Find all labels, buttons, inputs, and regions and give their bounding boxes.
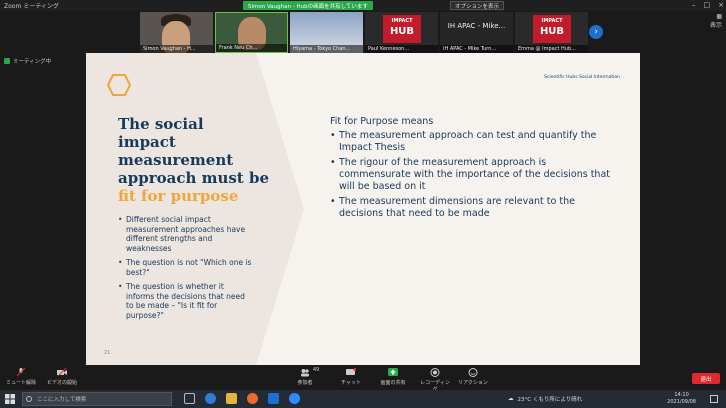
participant-name: Emma @ Impact Hub... bbox=[515, 45, 588, 53]
list-item: The rigour of the measurement approach i… bbox=[330, 157, 610, 193]
maximize-icon[interactable]: □ bbox=[704, 1, 711, 9]
left-bullet-list: Different social impact measurement appr… bbox=[118, 215, 253, 325]
task-view-icon[interactable] bbox=[184, 393, 195, 404]
chat-icon bbox=[346, 368, 356, 375]
smiley-icon bbox=[468, 368, 478, 377]
impact-hub-logo: IMPACT HUB bbox=[533, 15, 571, 43]
participant-tile[interactable]: Frank Neu Ch... bbox=[215, 12, 288, 53]
view-options-button[interactable]: オプションを表示 bbox=[450, 1, 505, 10]
hub-logo-line1: IMPACT bbox=[541, 18, 563, 24]
close-icon[interactable]: × bbox=[718, 1, 724, 9]
participant-display-name: IH APAC - Mike... bbox=[447, 22, 506, 30]
weather-widget[interactable]: ☁ 23°C くもり所により晴れ bbox=[508, 395, 582, 403]
mute-button[interactable]: ミュート解除 bbox=[6, 368, 36, 386]
share-screen-button[interactable]: 画面の共有 bbox=[376, 368, 410, 386]
firefox-icon[interactable] bbox=[247, 393, 258, 404]
page-number: 21 bbox=[104, 350, 111, 356]
heading-accent: fit for purpose bbox=[118, 187, 239, 205]
taskbar-search-input[interactable]: ここに入力して検索 bbox=[22, 392, 172, 406]
view-label: 表示 bbox=[709, 22, 722, 29]
video-button[interactable]: ビデオの開始 bbox=[44, 368, 80, 386]
clock-date: 2021/09/08 bbox=[667, 398, 696, 405]
participant-name: Paul Kenneson... bbox=[365, 45, 438, 53]
zoom-app-icon[interactable] bbox=[289, 393, 300, 404]
list-item: The question is whether it informs the d… bbox=[118, 282, 253, 320]
heading-line: measurement bbox=[118, 151, 234, 169]
people-icon bbox=[301, 369, 309, 377]
chat-button[interactable]: チャット bbox=[340, 368, 362, 386]
video-camera-icon bbox=[57, 368, 67, 377]
slide-source: Scientific Hubs Social Intermation bbox=[544, 75, 620, 80]
file-explorer-icon[interactable] bbox=[226, 393, 237, 404]
shared-slide: Scientific Hubs Social Intermation The s… bbox=[86, 53, 640, 365]
shield-icon bbox=[4, 58, 10, 64]
list-item: The measurement dimensions are relevant … bbox=[330, 196, 610, 220]
participant-name: Frank Neu Ch... bbox=[216, 44, 287, 52]
participant-tile[interactable]: Hiyama - Tokyo Chan... bbox=[290, 12, 363, 53]
participant-tile[interactable]: IMPACT HUB Emma @ Impact Hub... bbox=[515, 12, 588, 53]
reactions-label: リアクション bbox=[458, 380, 488, 386]
record-icon bbox=[430, 368, 440, 377]
notification-icon[interactable] bbox=[710, 395, 718, 403]
hub-logo-line2: HUB bbox=[389, 26, 415, 37]
participant-strip: Simon Vaughan - H... Frank Neu Ch... Hiy… bbox=[140, 12, 588, 53]
window-controls: – □ × bbox=[692, 1, 724, 9]
participant-name: IH APAC - Mike Turn... bbox=[440, 45, 513, 53]
meeting-info[interactable]: ミーティング中 bbox=[4, 57, 51, 65]
list-item: Different social impact measurement appr… bbox=[118, 215, 253, 253]
taskbar-apps bbox=[184, 393, 300, 404]
windows-taskbar: ここに入力して検索 ☁ 23°C くもり所により晴れ 14:10 2021/09… bbox=[0, 390, 726, 408]
share-screen-icon bbox=[388, 368, 398, 376]
edge-browser-icon[interactable] bbox=[205, 393, 216, 404]
outlook-icon[interactable] bbox=[268, 393, 279, 404]
impact-hub-logo: IMPACT HUB bbox=[383, 15, 421, 43]
share-label: 画面の共有 bbox=[380, 380, 406, 386]
leave-button[interactable]: 退出 bbox=[692, 373, 720, 384]
list-item: The measurement approach can test and qu… bbox=[330, 130, 610, 154]
participant-tile[interactable]: Simon Vaughan - H... bbox=[140, 12, 213, 53]
grid-icon: ▦ bbox=[716, 13, 722, 20]
search-placeholder: ここに入力して検索 bbox=[37, 397, 87, 403]
mute-label: ミュート解除 bbox=[6, 380, 37, 386]
participant-name: Hiyama - Tokyo Chan... bbox=[290, 45, 363, 53]
participant-count: 49 bbox=[312, 367, 320, 373]
heading-line: The social bbox=[118, 115, 204, 133]
chat-label: チャット bbox=[341, 380, 361, 386]
hub-logo-line2: HUB bbox=[539, 26, 565, 37]
meeting-toolbar: ミュート解除 ビデオの開始 参加者 49 チャット 画面の共有 レコーディング … bbox=[0, 366, 726, 393]
hexagon-icon bbox=[107, 74, 131, 96]
zoom-window: Zoom ミーティング Simon Vaughan - Hubの画面を共有してい… bbox=[0, 0, 726, 408]
slide-heading: The social impact measurement approach m… bbox=[118, 115, 293, 205]
hub-logo-line1: IMPACT bbox=[391, 18, 413, 24]
window-title: Zoom ミーティング bbox=[4, 3, 59, 10]
participant-name: Simon Vaughan - H... bbox=[140, 45, 213, 53]
list-item: The question is not "Which one is best?" bbox=[118, 258, 253, 277]
right-heading: Fit for Purpose means bbox=[330, 116, 434, 127]
heading-line: impact bbox=[118, 133, 176, 151]
participant-tile[interactable]: IMPACT HUB Paul Kenneson... bbox=[365, 12, 438, 53]
right-bullet-list: The measurement approach can test and qu… bbox=[330, 130, 610, 223]
cloud-icon: ☁ bbox=[508, 396, 514, 402]
meeting-info-label: ミーティング中 bbox=[13, 59, 52, 65]
reactions-button[interactable]: リアクション bbox=[458, 368, 488, 386]
heading-line: approach must be bbox=[118, 169, 269, 187]
chevron-right-icon: › bbox=[594, 27, 598, 37]
search-icon bbox=[26, 396, 32, 402]
windows-start-icon[interactable] bbox=[5, 394, 15, 404]
video-label: ビデオの開始 bbox=[46, 380, 77, 386]
participant-tile[interactable]: IH APAC - Mike... IH APAC - Mike Turn... bbox=[440, 12, 513, 53]
next-page-button[interactable]: › bbox=[589, 25, 603, 39]
screen-share-banner[interactable]: Simon Vaughan - Hubの画面を共有しています bbox=[243, 1, 373, 10]
view-toggle[interactable]: ▦ 表示 bbox=[710, 13, 722, 29]
minimize-icon[interactable]: – bbox=[692, 1, 696, 9]
microphone-icon bbox=[16, 368, 26, 377]
weather-text: 23°C くもり所により晴れ bbox=[517, 397, 583, 403]
taskbar-clock[interactable]: 14:10 2021/09/08 bbox=[667, 392, 696, 405]
participants-label: 参加者 bbox=[297, 380, 313, 386]
